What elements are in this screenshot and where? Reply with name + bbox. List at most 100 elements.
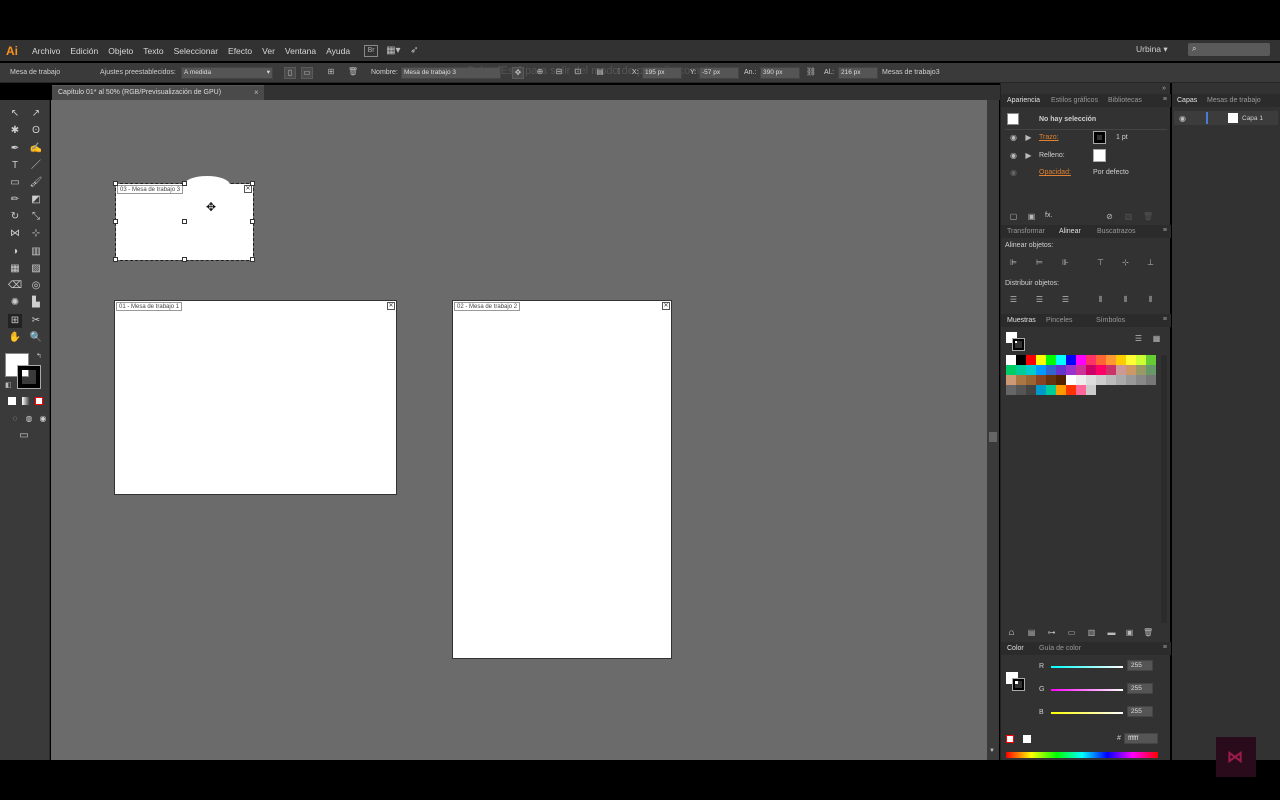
panel-menu-icon[interactable]: ≡ bbox=[1163, 316, 1167, 323]
move-with-artboard-icon[interactable]: ✥ bbox=[512, 67, 524, 79]
x-field[interactable]: 195 px bbox=[642, 67, 682, 79]
color-swatch[interactable] bbox=[1036, 355, 1046, 365]
artboard-1-close-icon[interactable]: ✕ bbox=[387, 302, 395, 310]
curvature-tool-icon[interactable]: ✍ bbox=[29, 142, 43, 156]
align-right-icon[interactable]: ⊪ bbox=[1061, 258, 1070, 267]
color-swatch[interactable] bbox=[1036, 365, 1046, 375]
color-swatch[interactable] bbox=[1056, 375, 1066, 385]
expand-arrow-icon[interactable]: ▶ bbox=[1024, 151, 1033, 160]
landscape-icon[interactable]: ▭ bbox=[301, 67, 313, 79]
rectangle-tool-icon[interactable]: ▭ bbox=[8, 176, 22, 190]
tab-guia-de-color[interactable]: Guía de color bbox=[1039, 645, 1081, 652]
opacity-label[interactable]: Opacidad: bbox=[1039, 169, 1071, 176]
distribute-vcenter-icon[interactable]: ☰ bbox=[1035, 295, 1044, 304]
edit-color-group-icon[interactable]: ▥ bbox=[1087, 628, 1096, 637]
color-swatch[interactable] bbox=[1066, 355, 1076, 365]
menu-archivo[interactable]: Archivo bbox=[32, 46, 60, 56]
swatch-options-icon[interactable]: ⊶ bbox=[1047, 628, 1056, 637]
color-swatch[interactable] bbox=[1066, 385, 1076, 395]
eye-icon[interactable]: ◉ bbox=[1009, 168, 1018, 177]
color-swatch[interactable] bbox=[1066, 375, 1076, 385]
menu-ayuda[interactable]: Ayuda bbox=[326, 46, 350, 56]
hex-field[interactable]: ffffff bbox=[1124, 733, 1158, 744]
color-group-icon[interactable]: ▭ bbox=[1067, 628, 1076, 637]
eye-icon[interactable]: ◉ bbox=[1178, 114, 1187, 123]
gradient-tool-icon[interactable]: ▨ bbox=[29, 262, 43, 276]
perspective-grid-tool-icon[interactable]: ▥ bbox=[29, 245, 43, 259]
color-swatch[interactable] bbox=[1076, 365, 1086, 375]
eraser-tool-icon[interactable]: ◩ bbox=[29, 193, 43, 207]
color-swatch[interactable] bbox=[1136, 365, 1146, 375]
align-bottom-icon[interactable]: ⊥ bbox=[1146, 258, 1155, 267]
paintbrush-tool-icon[interactable]: 🖌 bbox=[29, 176, 43, 190]
color-swatch[interactable] bbox=[1016, 355, 1026, 365]
color-swatch[interactable] bbox=[1056, 355, 1066, 365]
color-swatch[interactable] bbox=[1076, 375, 1086, 385]
color-swatch[interactable] bbox=[1096, 375, 1106, 385]
scrollbar-thumb[interactable] bbox=[989, 432, 997, 442]
color-swatch[interactable] bbox=[1066, 365, 1076, 375]
delete-swatch-icon[interactable]: 🗑 bbox=[1143, 628, 1153, 637]
eye-icon[interactable]: ◉ bbox=[1009, 151, 1018, 160]
color-stroke-indicator[interactable] bbox=[1012, 678, 1025, 691]
add-fill-icon[interactable]: ▣ bbox=[1027, 212, 1036, 221]
artboard-3-close-icon[interactable]: ✕ bbox=[244, 185, 252, 193]
hand-tool-icon[interactable]: ✋ bbox=[8, 331, 22, 345]
artboard-1[interactable]: 01 - Mesa de trabajo 1 ✕ bbox=[114, 300, 397, 495]
artboard-tool-icon[interactable]: ⊞ bbox=[8, 314, 22, 328]
panel-menu-icon[interactable]: ≡ bbox=[1163, 96, 1167, 103]
type-tool-icon[interactable]: T bbox=[8, 159, 22, 173]
draw-inside-icon[interactable]: ◉ bbox=[36, 412, 50, 426]
collapse-panels-icon[interactable]: » bbox=[1162, 85, 1166, 92]
y-field[interactable]: -57 px bbox=[699, 67, 739, 79]
stroke-label[interactable]: Trazo: bbox=[1039, 134, 1059, 141]
fill-label[interactable]: Relleno: bbox=[1039, 152, 1065, 159]
show-kinds-icon[interactable]: ▤ bbox=[1027, 628, 1036, 637]
color-swatch[interactable] bbox=[1046, 355, 1056, 365]
distribute-left-icon[interactable]: ⫴ bbox=[1096, 295, 1105, 304]
delete-artboard-icon[interactable]: 🗑 bbox=[347, 67, 359, 79]
pencil-tool-icon[interactable]: ✏ bbox=[8, 193, 22, 207]
align-top-icon[interactable]: ⊤ bbox=[1096, 258, 1105, 267]
preset-select[interactable]: A medida ▾ bbox=[181, 67, 273, 79]
resize-handle[interactable] bbox=[250, 181, 255, 186]
send-icon[interactable]: ➶ bbox=[410, 45, 424, 57]
height-field[interactable]: 216 px bbox=[838, 67, 878, 79]
color-swatch[interactable] bbox=[1046, 365, 1056, 375]
align-vcenter-icon[interactable]: ⊹ bbox=[1121, 258, 1130, 267]
align-hcenter-icon[interactable]: ⊨ bbox=[1035, 258, 1044, 267]
help-search-input[interactable]: ⌕ bbox=[1188, 43, 1270, 56]
color-swatch[interactable] bbox=[1146, 365, 1156, 375]
artboard-2[interactable]: 02 - Mesa de trabajo 2 ✕ bbox=[452, 300, 672, 659]
blend-tool-icon[interactable]: ◎ bbox=[29, 279, 43, 293]
resize-handle[interactable] bbox=[250, 257, 255, 262]
color-swatch[interactable] bbox=[1046, 385, 1056, 395]
color-swatch[interactable] bbox=[1126, 375, 1136, 385]
color-swatch[interactable] bbox=[1036, 385, 1046, 395]
clear-appearance-icon[interactable]: ⊘ bbox=[1105, 212, 1114, 221]
color-swatch[interactable] bbox=[1016, 385, 1026, 395]
artboard-options-icon[interactable]: ▤ bbox=[594, 67, 606, 79]
color-swatch[interactable] bbox=[1016, 375, 1026, 385]
eye-icon[interactable]: ◉ bbox=[1009, 133, 1018, 142]
resize-handle[interactable] bbox=[113, 257, 118, 262]
distribute-bottom-icon[interactable]: ☰ bbox=[1061, 295, 1070, 304]
arrange-documents-icon[interactable]: ▦▾ bbox=[386, 45, 404, 57]
mesh-tool-icon[interactable]: ▦ bbox=[8, 262, 22, 276]
color-swatch[interactable] bbox=[1026, 375, 1036, 385]
tab-apariencia[interactable]: Apariencia bbox=[1007, 97, 1040, 104]
document-tab[interactable]: Capítulo 01* al 50% (RGB/Previsualizació… bbox=[52, 85, 264, 100]
rotate-tool-icon[interactable]: ↻ bbox=[8, 210, 22, 224]
color-swatch[interactable] bbox=[1086, 385, 1096, 395]
tab-estilos-graficos[interactable]: Estilos gráficos bbox=[1051, 97, 1098, 104]
add-stroke-icon[interactable]: ▢ bbox=[1009, 212, 1018, 221]
color-swatch[interactable] bbox=[1116, 355, 1126, 365]
grid-view-icon[interactable]: ▦ bbox=[1152, 334, 1161, 343]
color-swatch[interactable] bbox=[1006, 385, 1016, 395]
tab-pinceles[interactable]: Pinceles bbox=[1046, 317, 1072, 324]
color-swatch[interactable] bbox=[1046, 375, 1056, 385]
artboard-2-label[interactable]: 02 - Mesa de trabajo 2 bbox=[454, 302, 521, 311]
color-swatch[interactable] bbox=[1106, 375, 1116, 385]
color-swatch[interactable] bbox=[1006, 375, 1016, 385]
new-artboard-icon[interactable]: ⊞ bbox=[325, 67, 337, 79]
